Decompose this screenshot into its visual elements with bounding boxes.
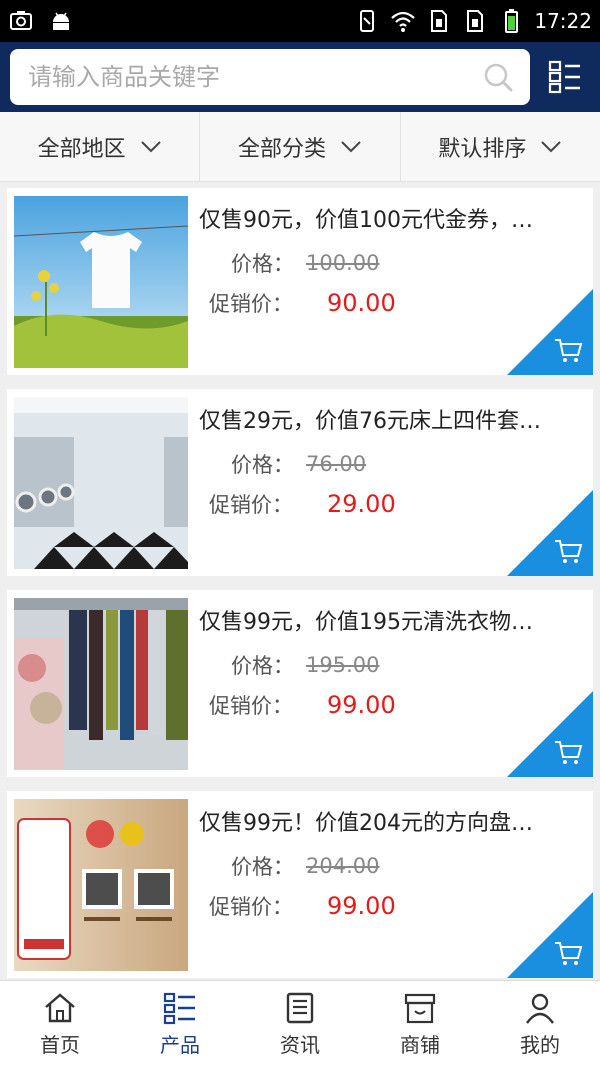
price-label: 价格： xyxy=(231,654,294,678)
vibrate-icon xyxy=(360,10,375,32)
promo-price-row: 促销价： 29.00 xyxy=(209,489,396,519)
nav-me[interactable]: 我的 xyxy=(480,981,600,1067)
search-icon[interactable] xyxy=(482,61,514,93)
filter-bar: 全部地区 全部分类 默认排序 xyxy=(0,112,600,182)
nav-news-label: 资讯 xyxy=(280,1032,320,1057)
header xyxy=(0,42,600,112)
status-time: 17:22 xyxy=(534,9,592,33)
sim2-icon xyxy=(467,10,484,32)
cart-icon[interactable] xyxy=(553,940,583,968)
nav-products[interactable]: 产品 xyxy=(120,981,240,1067)
product-card[interactable]: 仅售99元，价值195元清洗衣物… 价格： 195.00 促销价： 99.00 xyxy=(7,590,593,777)
category-menu-icon[interactable] xyxy=(548,60,582,94)
wifi-icon xyxy=(391,11,416,32)
product-image-promo-poster[interactable] xyxy=(14,799,188,971)
promo-label: 促销价： xyxy=(209,694,293,718)
product-image-laundry-shirt[interactable] xyxy=(14,196,188,368)
original-price: 204.00 xyxy=(306,854,380,878)
product-image-laundromat[interactable] xyxy=(14,397,188,569)
sim1-icon xyxy=(431,10,448,32)
filter-region-label: 全部地区 xyxy=(37,136,126,162)
product-card[interactable]: 仅售99元！价值204元的方向盘… 价格： 204.00 促销价： 99.00 xyxy=(7,791,593,978)
original-price-row: 价格： 204.00 xyxy=(231,851,379,881)
promo-price-row: 促销价： 99.00 xyxy=(209,891,396,921)
original-price: 195.00 xyxy=(306,653,380,677)
promo-label: 促销价： xyxy=(209,493,293,517)
promo-price: 99.00 xyxy=(327,691,396,719)
promo-price: 90.00 xyxy=(327,289,396,317)
filter-region[interactable]: 全部地区 xyxy=(0,112,201,181)
product-image-clothing-rack[interactable] xyxy=(14,598,188,770)
promo-price-row: 促销价： 90.00 xyxy=(209,288,396,318)
nav-shop-label: 商铺 xyxy=(400,1032,440,1057)
bottom-nav: 首页 产品 资讯 商铺 我的 xyxy=(0,980,600,1067)
product-card[interactable]: 仅售29元，价值76元床上四件套… 价格： 76.00 促销价： 29.00 xyxy=(7,389,593,576)
chevron-down-icon xyxy=(341,140,361,152)
cart-icon[interactable] xyxy=(553,337,583,365)
nav-home-label: 首页 xyxy=(40,1032,80,1057)
product-title[interactable]: 仅售29元，价值76元床上四件套… xyxy=(199,403,579,435)
cart-icon[interactable] xyxy=(553,538,583,566)
chevron-down-icon xyxy=(140,140,161,152)
original-price-row: 价格： 100.00 xyxy=(231,248,379,278)
price-label: 价格： xyxy=(231,855,294,879)
price-label: 价格： xyxy=(231,453,294,477)
product-list: 仅售90元，价值100元代金券，… 价格： 100.00 促销价： 90.00 xyxy=(7,188,593,992)
product-title[interactable]: 仅售90元，价值100元代金券，… xyxy=(199,202,579,234)
user-icon xyxy=(526,993,554,1024)
product-card[interactable]: 仅售90元，价值100元代金券，… 价格： 100.00 促销价： 90.00 xyxy=(7,188,593,375)
promo-price: 29.00 xyxy=(327,490,396,518)
promo-label: 促销价： xyxy=(209,895,293,919)
android-icon xyxy=(53,12,69,30)
search-input[interactable] xyxy=(28,57,468,97)
original-price-row: 价格： 195.00 xyxy=(231,650,379,680)
original-price-row: 价格： 76.00 xyxy=(231,449,366,479)
nav-me-label: 我的 xyxy=(520,1032,560,1057)
cart-icon[interactable] xyxy=(553,739,583,767)
filter-category-label: 全部分类 xyxy=(237,136,326,162)
product-list-icon xyxy=(163,992,195,1024)
nav-products-label: 产品 xyxy=(160,1032,200,1057)
search-box[interactable] xyxy=(10,49,530,105)
battery-icon xyxy=(505,9,519,33)
original-price: 76.00 xyxy=(306,452,367,476)
nav-shop[interactable]: 商铺 xyxy=(360,981,480,1067)
news-icon xyxy=(286,992,314,1023)
product-title[interactable]: 仅售99元，价值195元清洗衣物… xyxy=(199,604,579,636)
nav-home[interactable]: 首页 xyxy=(0,981,120,1067)
screenshot-icon xyxy=(10,11,32,30)
filter-sort-label: 默认排序 xyxy=(438,136,527,162)
price-label: 价格： xyxy=(231,252,294,276)
shop-icon xyxy=(404,993,436,1023)
status-bar: 17:22 xyxy=(0,0,600,42)
chevron-down-icon xyxy=(541,140,562,152)
promo-price: 99.00 xyxy=(327,892,396,920)
home-icon xyxy=(45,992,75,1022)
filter-sort[interactable]: 默认排序 xyxy=(401,112,600,181)
original-price: 100.00 xyxy=(306,251,380,275)
promo-price-row: 促销价： 99.00 xyxy=(209,690,396,720)
promo-label: 促销价： xyxy=(209,292,293,316)
product-title[interactable]: 仅售99元！价值204元的方向盘… xyxy=(199,805,579,837)
nav-news[interactable]: 资讯 xyxy=(240,981,360,1067)
filter-category[interactable]: 全部分类 xyxy=(200,112,401,181)
